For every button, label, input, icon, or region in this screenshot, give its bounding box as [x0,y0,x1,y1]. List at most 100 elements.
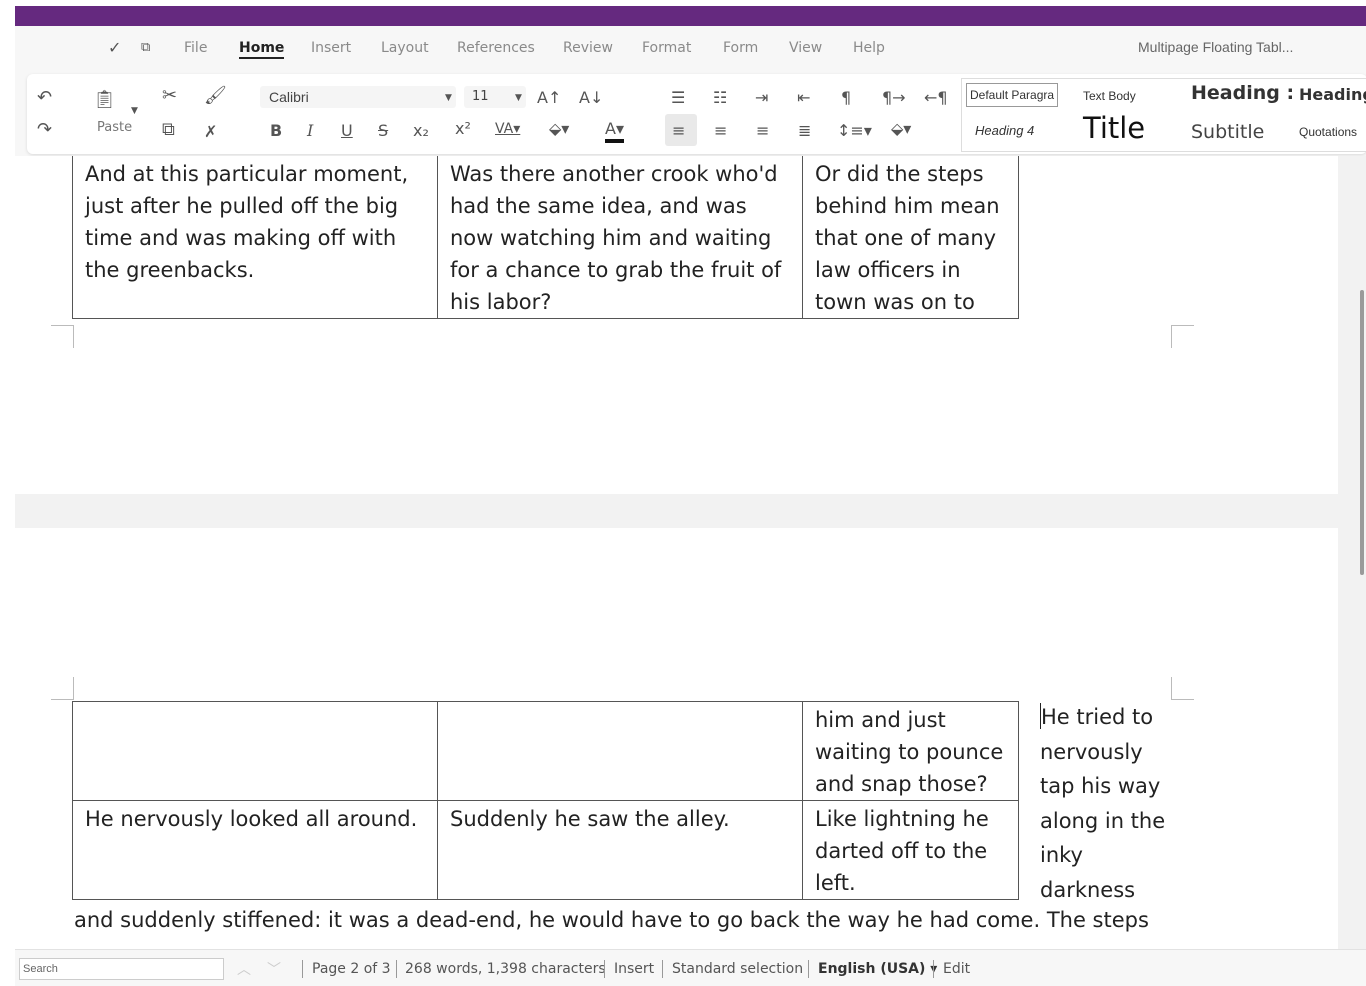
page-corner-mark [1171,677,1194,700]
superscript-icon[interactable]: x² [455,119,471,139]
page-corner-mark [1171,325,1194,348]
selection-mode[interactable]: Standard selection [672,961,803,977]
status-bar: Search ︿ ﹀ Page 2 of 3 268 words, 1,398 … [15,949,1366,986]
divider [808,960,809,978]
paste-dropdown-icon[interactable]: ▼ [131,106,138,116]
align-center-icon[interactable]: ≡ [714,121,727,141]
page-corner-mark [51,325,74,348]
paragraph-fill-icon[interactable]: ⬙▾ [891,119,911,139]
table-cell[interactable]: Like lightning he darted off to the left… [802,800,1019,900]
menu-review[interactable]: Review [563,40,613,56]
menu-format[interactable]: Format [642,40,691,56]
bullet-list-icon[interactable]: ☰ [671,88,685,108]
title-bar [15,6,1366,26]
ltr-paragraph-icon[interactable]: ¶→ [882,88,906,108]
floating-table-part1[interactable]: And at this particular moment, just afte… [72,156,1019,319]
menu-home[interactable]: Home [239,40,285,59]
divider [604,960,605,978]
check-icon[interactable]: ✓ [108,38,121,58]
language-select[interactable]: English (USA) ▾ [818,961,937,977]
document-title: Multipage Floating Tabl... [1138,39,1294,55]
divider [662,960,663,978]
menu-view[interactable]: View [789,40,822,56]
menu-file[interactable]: File [184,40,207,56]
paste-button[interactable]: Paste [97,120,132,135]
undo-icon[interactable]: ↶ [37,88,52,108]
style-title[interactable]: Title [1083,111,1145,145]
align-left-icon[interactable]: ≡ [672,121,685,141]
divider [302,960,303,978]
font-color-icon[interactable]: A▾ [605,119,624,143]
menu-insert[interactable]: Insert [311,40,351,56]
page-indicator[interactable]: Page 2 of 3 [312,961,391,977]
wrapped-text-content: He tried to nervously tap his way along … [1040,705,1166,902]
size-dropdown-icon[interactable]: ▼ [515,93,522,103]
style-heading-1[interactable]: Heading : [1191,82,1294,104]
style-heading-2[interactable]: Heading : [1299,85,1366,104]
table-cell[interactable]: He nervously looked all around. [72,800,438,900]
table-cell[interactable]: And at this particular moment, just afte… [72,156,438,319]
numbered-list-icon[interactable]: ☷ [713,88,727,108]
table-cell[interactable]: Suddenly he saw the alley. [437,800,803,900]
formatting-marks-icon[interactable]: ¶ [841,88,851,108]
font-dropdown-icon[interactable]: ▼ [445,93,452,103]
grow-font-icon[interactable]: A↑ [537,88,561,108]
clear-format-icon[interactable]: ✗ [204,122,217,142]
justify-icon[interactable]: ≣ [798,121,811,141]
table-cell[interactable]: him and just waiting to pounce and snap … [802,701,1019,801]
strikethrough-icon[interactable]: S [378,121,388,141]
redo-icon[interactable]: ↷ [37,120,52,140]
table-cell[interactable] [72,701,438,801]
style-subtitle[interactable]: Subtitle [1191,121,1264,143]
style-quotations[interactable]: Quotations [1299,125,1357,139]
table-row: He nervously looked all around. Suddenly… [72,800,1019,900]
style-text-body[interactable]: Text Body [1083,89,1136,103]
table-cell[interactable]: Was there another crook who'd had the sa… [437,156,803,319]
shrink-font-icon[interactable]: A↓ [579,88,603,108]
divider [933,960,934,978]
style-heading-4[interactable]: Heading 4 [975,123,1034,138]
search-input[interactable]: Search [19,958,224,980]
decrease-indent-icon[interactable]: ⇤ [797,88,810,108]
ribbon-panel: ↶ ↷ 📋︎ ▼ Paste ✂ ⧉ 🖌︎ ✗ Calibri ▼ 11 ▼ A… [27,74,1366,154]
edit-mode[interactable]: Edit [943,961,970,977]
increase-indent-icon[interactable]: ⇥ [755,88,768,108]
highlight-icon[interactable]: ⬙▾ [549,119,569,139]
floating-table-part2[interactable]: him and just waiting to pounce and snap … [72,701,1019,900]
wrapped-text[interactable]: He tried to nervously tap his way along … [1040,700,1180,907]
divider [396,960,397,978]
italic-icon[interactable]: I [307,121,313,141]
style-default-paragraph[interactable]: Default Paragra [966,83,1059,107]
menu-references[interactable]: References [457,40,535,56]
chevron-down-icon[interactable]: ﹀ [267,959,281,979]
scrollbar-thumb[interactable] [1360,290,1364,575]
character-spacing-icon[interactable]: VA▾ [495,119,520,139]
cut-icon[interactable]: ✂ [162,86,177,106]
ribbon: ↶ ↷ 📋︎ ▼ Paste ✂ ⧉ 🖌︎ ✗ Calibri ▼ 11 ▼ A… [15,72,1366,156]
table-row: him and just waiting to pounce and snap … [72,701,1019,801]
underline-icon[interactable]: U [341,121,353,141]
chevron-up-icon[interactable]: ︿ [237,959,251,979]
copy-icon[interactable]: ⧉ [162,120,175,140]
open-external-icon[interactable]: ⧉ [141,38,150,58]
body-paragraph[interactable]: and suddenly stiffened: it was a dead-en… [74,908,1149,932]
clipboard-icon[interactable]: 📋︎ [93,90,116,110]
rtl-paragraph-icon[interactable]: ←¶ [924,88,948,108]
font-name-select[interactable]: Calibri [260,86,456,108]
insert-mode[interactable]: Insert [614,961,654,977]
bold-icon[interactable]: B [270,121,282,141]
line-spacing-icon[interactable]: ↕≡▾ [837,121,872,141]
align-right-icon[interactable]: ≡ [756,121,769,141]
table-cell[interactable]: Or did the steps behind him mean that on… [802,156,1019,319]
subscript-icon[interactable]: x₂ [413,121,429,141]
page-corner-mark [51,677,74,700]
menu-layout[interactable]: Layout [381,40,429,56]
styles-gallery: Default Paragra Text Body Heading : Head… [961,78,1366,152]
menu-form[interactable]: Form [723,40,758,56]
menu-bar: ✓ ⧉ File Home Insert Layout References R… [15,26,1366,72]
word-count[interactable]: 268 words, 1,398 characters [405,961,606,977]
menu-help[interactable]: Help [853,40,885,56]
format-paint-icon[interactable]: 🖌︎ [204,86,227,106]
language-label: English (USA) [818,961,926,977]
table-cell[interactable] [437,701,803,801]
